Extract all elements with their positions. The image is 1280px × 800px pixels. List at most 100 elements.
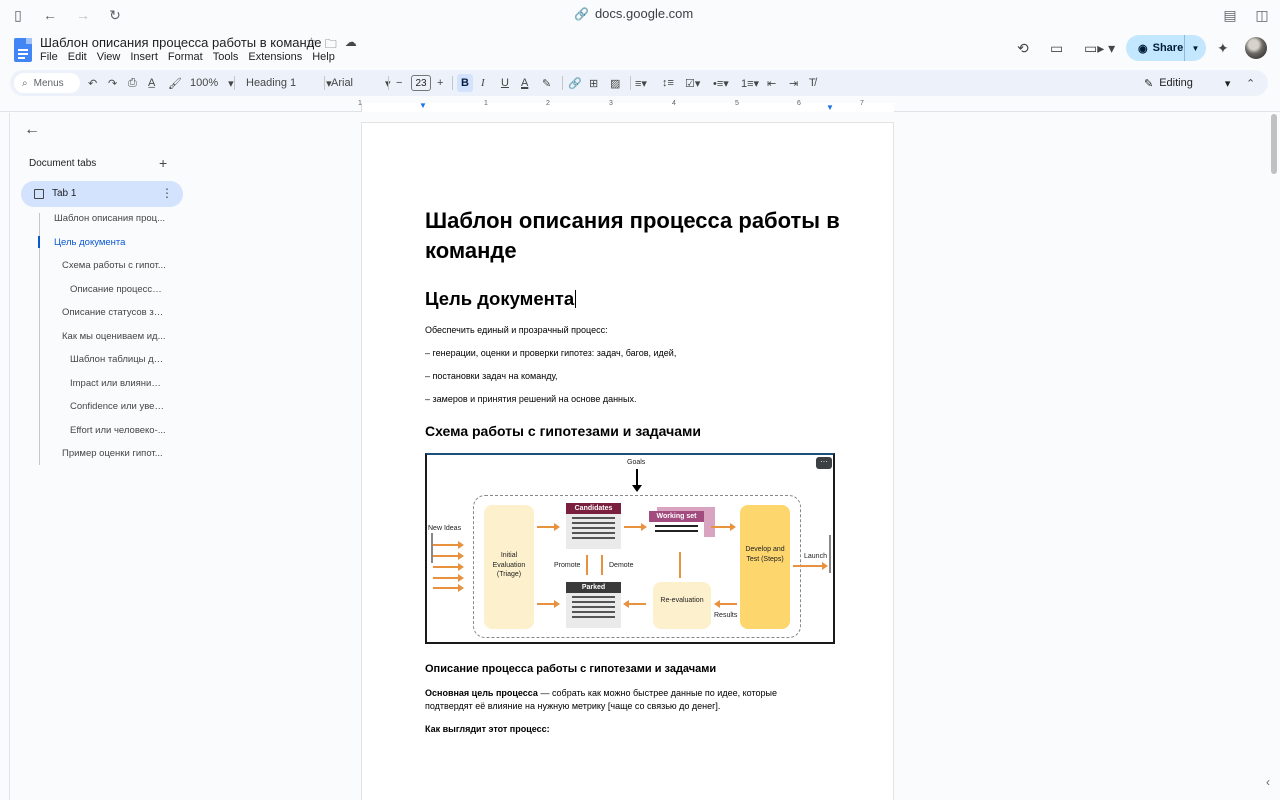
outline-item[interactable]: Описание процесса ... bbox=[70, 284, 166, 295]
tab-icon bbox=[34, 189, 44, 199]
menu-view[interactable]: View bbox=[97, 51, 126, 63]
menu-extensions[interactable]: Extensions bbox=[248, 51, 307, 63]
outline-item[interactable]: Как мы оцениваем ид... bbox=[62, 331, 166, 342]
font-select[interactable]: Arial▾ bbox=[331, 70, 391, 96]
avatar[interactable] bbox=[1245, 37, 1267, 59]
decrease-indent-icon[interactable]: ⇤ bbox=[767, 70, 776, 96]
italic-icon[interactable]: I bbox=[481, 70, 485, 96]
page-title[interactable]: Шаблон описания процесса работы в команд… bbox=[425, 206, 845, 266]
version-history-icon[interactable]: ⟲ bbox=[1017, 35, 1029, 61]
more-options-icon[interactable]: ⋮ bbox=[161, 186, 173, 200]
document-title[interactable]: Шаблон описания процесса работы в команд… bbox=[40, 35, 322, 50]
gemini-icon[interactable]: ✦ bbox=[1217, 35, 1229, 61]
reader-icon[interactable]: ▤ bbox=[1222, 7, 1238, 23]
image-options-icon[interactable]: ··· bbox=[816, 457, 832, 469]
paragraph[interactable]: – постановки задач на команду, bbox=[425, 371, 558, 381]
link-insert-icon[interactable]: 🔗 bbox=[568, 70, 582, 96]
text-color-icon[interactable]: A bbox=[521, 70, 528, 96]
outline-item[interactable]: Шаблон таблицы дл... bbox=[70, 354, 166, 365]
text-cursor bbox=[575, 290, 577, 308]
goals-arrowhead bbox=[632, 485, 642, 492]
outline-item[interactable]: Схема работы с гипот... bbox=[62, 260, 166, 271]
increase-font-size-icon[interactable]: + bbox=[437, 70, 443, 96]
redo-icon[interactable]: ↷ bbox=[108, 70, 117, 96]
add-comment-icon[interactable]: ⊞ bbox=[589, 70, 598, 96]
parked-label: Parked bbox=[566, 582, 621, 593]
document-page[interactable]: Шаблон описания процесса работы в команд… bbox=[361, 122, 894, 800]
docs-logo-icon[interactable] bbox=[14, 38, 32, 62]
align-icon[interactable]: ≡▾ bbox=[635, 70, 647, 96]
comments-icon[interactable]: ▭ bbox=[1050, 35, 1063, 61]
menu-file[interactable]: File bbox=[40, 51, 63, 63]
line-spacing-icon[interactable]: ↕≡ bbox=[662, 70, 674, 96]
menu-edit[interactable]: Edit bbox=[68, 51, 92, 63]
outline-item[interactable]: Пример оценки гипот... bbox=[62, 448, 166, 459]
menu-format[interactable]: Format bbox=[168, 51, 208, 63]
paragraph[interactable]: Основная цель процесса — собрать как мож… bbox=[425, 687, 825, 712]
cloud-saved-icon[interactable]: ☁ bbox=[345, 35, 357, 56]
back-icon[interactable]: ← bbox=[42, 7, 58, 23]
print-icon[interactable]: ⎙ bbox=[128, 70, 137, 96]
outline-item[interactable]: Confidence или увер... bbox=[70, 401, 166, 412]
highlight-icon[interactable]: ✎ bbox=[542, 70, 551, 96]
heading-2[interactable]: Схема работы с гипотезами и задачами bbox=[425, 423, 701, 439]
paragraph[interactable]: Обеспечить единый и прозрачный процесс: bbox=[425, 325, 608, 335]
collapse-toolbar-icon[interactable]: ⌃ bbox=[1246, 70, 1255, 96]
outline-item[interactable]: Описание статусов за... bbox=[62, 307, 166, 318]
style-select[interactable]: Heading 1 ▾ bbox=[246, 70, 332, 96]
outline-item[interactable]: Цель документа bbox=[54, 237, 166, 248]
insert-image-icon[interactable]: ▨ bbox=[610, 70, 620, 96]
subheading[interactable]: Как выглядит этот процесс: bbox=[425, 724, 550, 734]
share-button[interactable]: ◉ Share ▼ bbox=[1126, 35, 1206, 61]
bullet-list-icon[interactable]: •≡▾ bbox=[713, 70, 729, 96]
editing-mode-select[interactable]: ✎ Editing ▾ bbox=[1144, 70, 1230, 96]
bold-button[interactable]: B bbox=[457, 74, 473, 92]
style-value: Heading 1 bbox=[246, 77, 297, 89]
outline-item[interactable]: Impact или влияние ... bbox=[70, 378, 166, 389]
horizontal-ruler[interactable]: 1 1 2 3 4 5 6 7 ▼ ▼ bbox=[0, 100, 1280, 112]
decrease-font-size-icon[interactable]: − bbox=[396, 70, 402, 96]
right-indent-marker-icon[interactable]: ▼ bbox=[826, 103, 834, 112]
explore-icon[interactable]: ‹ bbox=[1266, 775, 1270, 789]
clear-formatting-icon[interactable]: T̸ bbox=[809, 70, 816, 96]
share-dropdown-icon[interactable]: ▼ bbox=[1184, 35, 1206, 61]
left-indent-marker-icon[interactable]: ▼ bbox=[419, 101, 427, 110]
close-outline-icon[interactable]: ← bbox=[24, 121, 40, 139]
outline-item[interactable]: Шаблон описания проц... bbox=[54, 213, 166, 224]
outline-item[interactable]: Effort или человеко-... bbox=[70, 425, 166, 436]
menus-search[interactable]: ⌕ Menus bbox=[14, 73, 80, 93]
zoom-select[interactable]: 100% ▾ bbox=[190, 70, 234, 96]
paint-format-icon[interactable]: 🖌 bbox=[168, 70, 182, 96]
underline-icon[interactable]: U bbox=[501, 70, 509, 96]
reload-icon[interactable]: ↻ bbox=[107, 7, 123, 23]
paragraph[interactable]: – генерации, оценки и проверки гипотез: … bbox=[425, 348, 676, 358]
url-text: docs.google.com bbox=[594, 6, 694, 21]
heading-1-text: Цель документа bbox=[425, 288, 575, 309]
add-tab-icon[interactable]: + bbox=[159, 155, 167, 171]
share-label: Share bbox=[1152, 42, 1184, 54]
menu-tools[interactable]: Tools bbox=[213, 51, 244, 63]
vertical-ruler[interactable] bbox=[0, 113, 10, 800]
tab-1[interactable]: Tab 1 ⋮ bbox=[21, 181, 183, 207]
paragraph[interactable]: – замеров и принятия решений на основе д… bbox=[425, 394, 637, 404]
heading-3[interactable]: Описание процесса работы с гипотезами и … bbox=[425, 663, 716, 675]
process-diagram-image[interactable]: ··· Goals New Ideas Initial Evaluation (… bbox=[425, 453, 835, 644]
heading-1[interactable]: Цель документа bbox=[425, 288, 577, 310]
scrollbar[interactable] bbox=[1271, 114, 1277, 174]
undo-icon[interactable]: ↶ bbox=[88, 70, 97, 96]
increase-indent-icon[interactable]: ⇥ bbox=[789, 70, 798, 96]
font-size-input[interactable]: 23 bbox=[411, 75, 431, 91]
ruler-mark: 1 bbox=[484, 100, 488, 107]
checklist-icon[interactable]: ☑▾ bbox=[685, 70, 700, 96]
spellcheck-icon[interactable]: A̲ bbox=[148, 70, 155, 96]
meet-icon[interactable]: ▭▸ ▾ bbox=[1084, 35, 1115, 61]
address-bar[interactable]: 🔗 docs.google.com bbox=[574, 6, 693, 21]
forward-icon[interactable]: → bbox=[75, 7, 91, 23]
candidates-card: Candidates bbox=[566, 503, 621, 549]
split-view-icon[interactable]: ◫ bbox=[1254, 7, 1270, 23]
outline-guide bbox=[39, 213, 40, 465]
sidebar-toggle-icon[interactable]: ▯ bbox=[10, 7, 26, 23]
menu-insert[interactable]: Insert bbox=[130, 51, 163, 63]
numbered-list-icon[interactable]: 1≡▾ bbox=[741, 70, 759, 96]
menu-help[interactable]: Help bbox=[312, 51, 340, 63]
